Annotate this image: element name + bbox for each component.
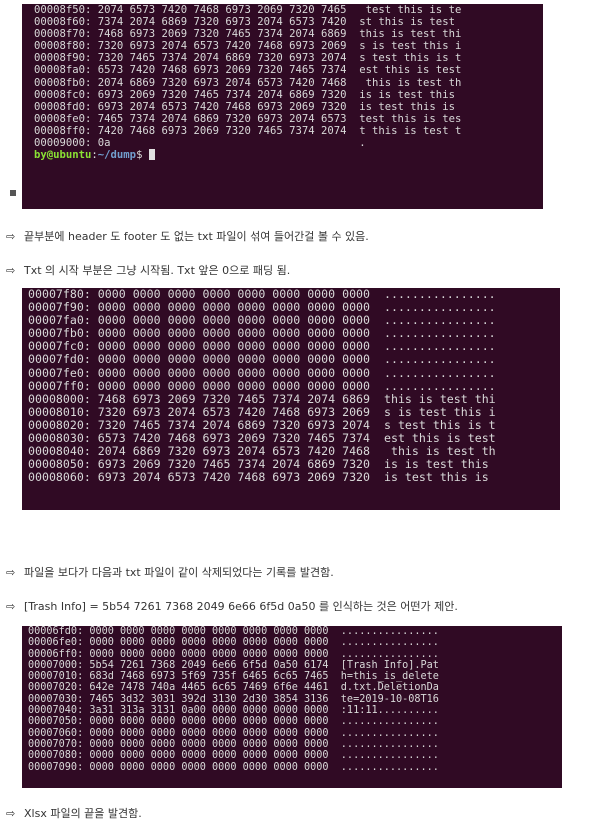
hex-line: 00008f90: 7320 7465 7374 2074 6869 7320 … — [34, 52, 462, 65]
hex-line: 00007080: 0000 0000 0000 0000 0000 0000 … — [28, 750, 439, 762]
prompt-path: ~/dump — [97, 149, 137, 162]
terminal-hexdump-end-of-txt: 00008f50: 2074 6573 7420 7468 6973 2069 … — [22, 4, 543, 209]
hex-line: 00007fe0: 0000 0000 0000 0000 0000 0000 … — [28, 365, 496, 380]
note-text: Txt 의 시작 부분은 그냥 시작됨. Txt 앞은 0으로 패딩 됨. — [24, 264, 291, 277]
hex-line: 00008000: 7468 6973 2069 7320 7465 7374 … — [28, 391, 496, 406]
text-cursor — [148, 149, 155, 161]
note-no-header-footer: ⇨ 끝부분에 header 도 footer 도 없는 txt 파일이 섞여 들어… — [6, 228, 369, 244]
hex-line: 00008f50: 2074 6573 7420 7468 6973 2069 … — [34, 4, 462, 16]
hex-line: 00007070: 0000 0000 0000 0000 0000 0000 … — [28, 738, 439, 750]
hex-line: 00007010: 683d 7468 6973 5f69 735f 6465 … — [28, 671, 439, 683]
hex-line: 00008fb0: 2074 6869 7320 6973 2074 6573 … — [34, 76, 462, 89]
hex-line: 00006fe0: 0000 0000 0000 0000 0000 0000 … — [28, 637, 439, 649]
note-xlsx-end: ⇨ Xlsx 파일의 끝을 발견함. — [6, 805, 142, 821]
arrow-icon: ⇨ — [6, 566, 16, 579]
prompt-suffix: $ — [136, 149, 149, 162]
hex-line: 00008f80: 7320 6973 2074 6573 7420 7468 … — [34, 40, 462, 53]
arrow-icon: ⇨ — [6, 230, 16, 243]
note-trash-info-signature: ⇨ [Trash Info] = 5b54 7261 7368 2049 6e66… — [6, 598, 458, 614]
arrow-icon: ⇨ — [6, 807, 16, 820]
note-trash-info-found: ⇨ 파일을 보다가 다음과 txt 파일이 같이 삭제되었다는 기록를 발견함. — [6, 564, 334, 580]
hex-line: 00007020: 642e 7478 740a 4465 6c65 7469 … — [28, 682, 439, 694]
hex-line: 00007ff0: 0000 0000 0000 0000 0000 0000 … — [28, 378, 496, 393]
terminal-hexdump-start-of-txt: 00007f80: 0000 0000 0000 0000 0000 0000 … — [22, 288, 560, 510]
hex-line: 00008fa0: 6573 7420 7468 6973 2069 7320 … — [34, 64, 462, 77]
prompt-user: by@ubuntu — [34, 149, 92, 162]
hex-line: 00007fd0: 0000 0000 0000 0000 0000 0000 … — [28, 352, 496, 367]
hex-line: 00008fd0: 6973 2074 6573 7420 7468 6973 … — [34, 100, 462, 113]
note-text: [Trash Info] = 5b54 7261 7368 2049 6e66 … — [24, 600, 458, 613]
hex-line: 00006ff0: 0000 0000 0000 0000 0000 0000 … — [28, 648, 439, 660]
hex-line: 00008060: 6973 2074 6573 7420 7468 6973 … — [28, 470, 496, 485]
hex-line: 00008fe0: 7465 7374 2074 6869 7320 6973 … — [34, 112, 462, 125]
hex-line: 00007090: 0000 0000 0000 0000 0000 0000 … — [28, 761, 439, 773]
shell-prompt[interactable]: by@ubuntu:~/dump$ — [22, 149, 543, 161]
hex-line: 00007060: 0000 0000 0000 0000 0000 0000 … — [28, 727, 439, 739]
hex-line: 00009000: 0a . — [34, 137, 366, 150]
hex-line: 00007040: 3a31 313a 3131 0a00 0000 0000 … — [28, 705, 439, 717]
hex-line: 00007000: 5b54 7261 7368 2049 6e66 6f5d … — [28, 659, 439, 671]
note-text: 끝부분에 header 도 footer 도 없는 txt 파일이 섞여 들어간… — [24, 230, 369, 243]
note-text: 파일을 보다가 다음과 txt 파일이 같이 삭제되었다는 기록를 발견함. — [24, 566, 334, 579]
hex-line: 00008ff0: 7420 7468 6973 2069 7320 7465 … — [34, 124, 462, 137]
arrow-icon: ⇨ — [6, 600, 16, 613]
hex-line: 00008010: 7320 6973 2074 6573 7420 7468 … — [28, 404, 496, 419]
hex-line: 00008f60: 7374 2074 6869 7320 6973 2074 … — [34, 16, 462, 29]
hex-line: 00006fd0: 0000 0000 0000 0000 0000 0000 … — [28, 626, 439, 637]
hex-line: 00008fc0: 6973 2069 7320 7465 7374 2074 … — [34, 88, 462, 101]
hex-line: 00008f70: 7468 6973 2069 7320 7465 7374 … — [34, 28, 462, 41]
note-txt-start: ⇨ Txt 의 시작 부분은 그냥 시작됨. Txt 앞은 0으로 패딩 됨. — [6, 262, 290, 278]
gutter-marker — [10, 190, 16, 196]
arrow-icon: ⇨ — [6, 264, 16, 277]
hex-line: 00007050: 0000 0000 0000 0000 0000 0000 … — [28, 716, 439, 728]
hex-line: 00007030: 7465 3d32 3031 392d 3130 2d30 … — [28, 693, 439, 705]
terminal-hexdump-trash-info: 00006fd0: 0000 0000 0000 0000 0000 0000 … — [22, 626, 562, 788]
note-text: Xlsx 파일의 끝을 발견함. — [24, 807, 142, 820]
